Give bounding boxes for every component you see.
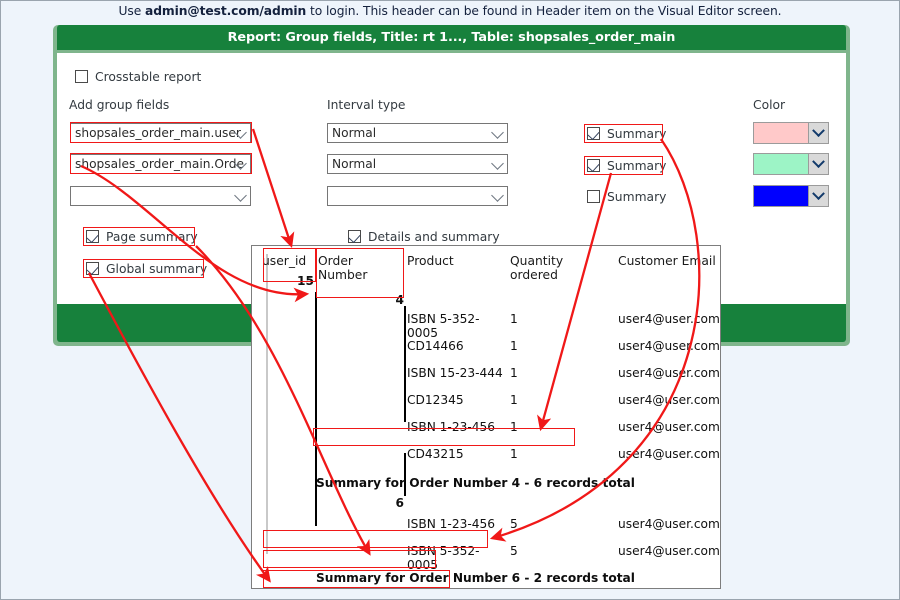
header-note: Use admin@test.com/admin to login. This …: [1, 4, 899, 18]
color-select-3[interactable]: [753, 185, 829, 207]
summary-label-3: Summary: [607, 190, 666, 204]
interval-type-select-1-value: Normal: [332, 126, 376, 140]
add-group-fields-label: Add group fields: [69, 98, 169, 112]
page-summary-checkbox[interactable]: [86, 230, 99, 243]
group-field-select-2[interactable]: shopsales_order_main.Orde: [70, 154, 251, 174]
cell-product: CD14466: [407, 339, 505, 353]
page-summary-label: Page summary: [106, 230, 198, 244]
detail-guide-1: [404, 306, 406, 422]
summary-checkbox-1[interactable]: [587, 127, 600, 140]
details-and-summary-checkbox[interactable]: [348, 230, 361, 243]
cell-quantity: 1: [510, 366, 610, 380]
global-summary-label: Global summary: [106, 262, 207, 276]
report-panel-title: Report: Group fields, Title: rt 1..., Ta…: [57, 25, 846, 50]
cell-quantity: 5: [510, 517, 610, 531]
cell-product: ISBN 1-23-456: [407, 420, 505, 434]
header-note-prefix: Use: [119, 4, 145, 18]
report-preview: user_id Order Number Product Quantity or…: [251, 245, 721, 589]
color-swatch-1: [754, 123, 808, 143]
cell-quantity: 5: [510, 544, 610, 558]
group-field-select-1[interactable]: shopsales_order_main.user: [70, 123, 251, 143]
header-note-suffix: to login. This header can be found in He…: [306, 4, 781, 18]
summary-checkbox-3[interactable]: [587, 190, 600, 203]
chevron-down-icon: [491, 126, 504, 139]
cell-quantity: 1: [510, 447, 610, 461]
order-group-summary-1: Summary for Order Number 4 - 6 records t…: [316, 476, 635, 490]
chevron-down-icon: [234, 189, 247, 202]
color-select-2-button[interactable]: [808, 154, 828, 174]
order-group-guide: [315, 292, 317, 526]
global-summary-checkbox[interactable]: [86, 262, 99, 275]
summary-label-1: Summary: [607, 127, 666, 141]
color-label: Color: [753, 98, 785, 112]
cell-email: user4@user.com: [618, 420, 721, 434]
user-id-value: 15: [262, 274, 314, 288]
interval-type-select-2-value: Normal: [332, 157, 376, 171]
cell-product: CD43215: [407, 447, 505, 461]
order-group-summary-2: Summary for Order Number 6 - 2 records t…: [316, 571, 635, 585]
cell-quantity: 1: [510, 393, 610, 407]
summary-label-2: Summary: [607, 159, 666, 173]
color-select-1[interactable]: [753, 122, 829, 144]
interval-type-label: Interval type: [327, 98, 405, 112]
cell-product: ISBN 15-23-444: [407, 366, 505, 380]
cell-email: user4@user.com: [618, 366, 721, 380]
cell-email: user4@user.com: [618, 517, 721, 531]
cell-email: user4@user.com: [618, 339, 721, 353]
crosstable-report-checkbox[interactable]: [75, 70, 88, 83]
cell-email: user4@user.com: [618, 312, 721, 326]
interval-type-select-1[interactable]: Normal: [327, 123, 508, 143]
column-header-order-number: Order Number: [318, 254, 404, 282]
header-note-credentials: admin@test.com/admin: [145, 4, 306, 18]
column-header-user-id: user_id: [262, 254, 314, 268]
cell-product: CD12345: [407, 393, 505, 407]
cell-product: ISBN 5-352-0005: [407, 544, 505, 572]
cell-email: user4@user.com: [618, 544, 721, 558]
interval-type-select-2[interactable]: Normal: [327, 154, 508, 174]
cell-quantity: 1: [510, 312, 610, 326]
cell-email: user4@user.com: [618, 393, 721, 407]
color-swatch-2: [754, 154, 808, 174]
group-field-select-2-value: shopsales_order_main.Orde: [75, 157, 244, 171]
chevron-down-icon: [812, 124, 825, 137]
details-and-summary-label: Details and summary: [368, 230, 500, 244]
summary-checkbox-2[interactable]: [587, 159, 600, 172]
chevron-down-icon: [812, 155, 825, 168]
cell-product: ISBN 5-352-0005: [407, 312, 505, 340]
color-select-3-button[interactable]: [808, 186, 828, 206]
color-select-2[interactable]: [753, 153, 829, 175]
cell-product: ISBN 1-23-456: [407, 517, 505, 531]
user-group-guide: [266, 254, 268, 554]
color-swatch-3: [754, 186, 808, 206]
order-number-value-1: 4: [318, 293, 404, 307]
cell-email: user4@user.com: [618, 447, 721, 461]
chevron-down-icon: [812, 187, 825, 200]
column-header-product: Product: [407, 254, 505, 268]
chevron-down-icon: [491, 157, 504, 170]
cell-quantity: 1: [510, 420, 610, 434]
cell-quantity: 1: [510, 339, 610, 353]
order-number-value-2: 6: [318, 496, 404, 510]
crosstable-report-label: Crosstable report: [95, 70, 201, 84]
screenshot-root: Use admin@test.com/admin to login. This …: [1, 1, 899, 599]
chevron-down-icon: [491, 189, 504, 202]
column-header-email: Customer Email: [618, 254, 721, 268]
group-field-select-3[interactable]: [70, 186, 251, 206]
column-header-quantity: Quantity ordered: [510, 254, 610, 282]
color-select-1-button[interactable]: [808, 123, 828, 143]
interval-type-select-3[interactable]: [327, 186, 508, 206]
group-field-select-1-value: shopsales_order_main.user: [75, 126, 241, 140]
